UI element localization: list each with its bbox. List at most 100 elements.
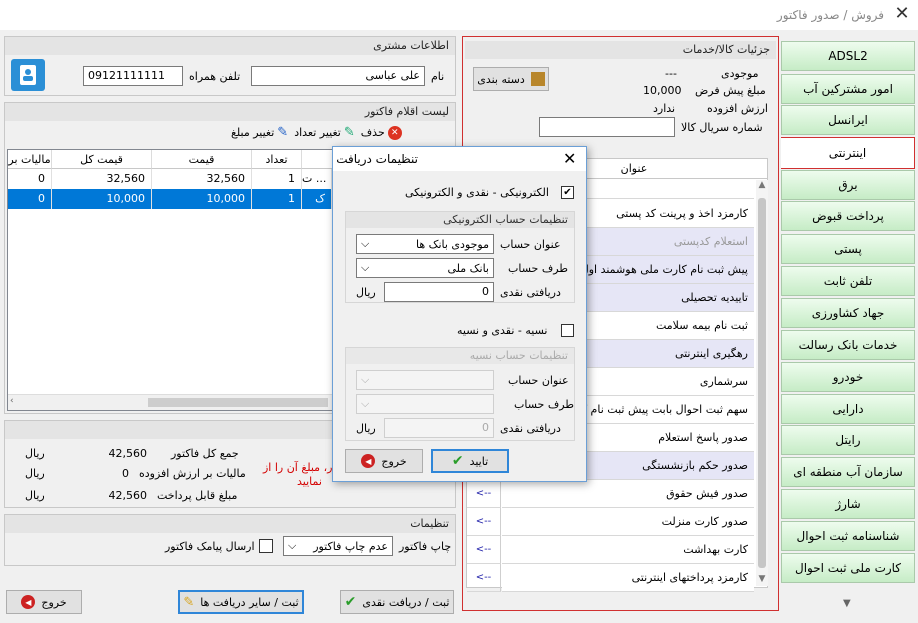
sms-label: ارسال پیامک فاکتور <box>165 540 255 553</box>
account-title-value: موجودی بانک ها <box>415 237 489 251</box>
name-input[interactable]: علی عباسی <box>251 66 425 86</box>
edit-icon: ✎ <box>183 594 195 610</box>
nav-item[interactable]: جهاد کشاورزی <box>781 298 915 328</box>
account-side-value: بانک ملی <box>447 261 489 275</box>
credit-group: تنظیمات حساب نسیه ⌵ عنوان حساب ⌵ طرف حسا… <box>345 347 575 441</box>
scroll-thumb[interactable] <box>148 398 328 407</box>
dialog-exit-button[interactable]: ◀ خروج <box>345 449 423 473</box>
nav-item[interactable]: امور مشترکین آب <box>781 74 915 104</box>
chevron-down-icon: ⌵ <box>361 373 370 386</box>
col-name <box>302 150 332 169</box>
credit-cash-label: دریافتی نقدی <box>500 422 561 435</box>
vat-value: ندارد <box>653 102 676 115</box>
nav-item[interactable]: پستی <box>781 234 915 264</box>
row-arrow-icon[interactable]: <-- <box>467 480 501 508</box>
total-value: 42,560 <box>108 447 148 460</box>
invoice-toolbar: ✕ حذف ✎ تغییر تعداد ✎ تغییر مبلغ <box>231 125 402 140</box>
cash-received-label: دریافتی نقدی <box>500 286 561 299</box>
customer-header: اطلاعات مشتری <box>5 37 455 55</box>
list-item[interactable]: کارت بهداشت <box>502 536 754 564</box>
row-arrow-icon[interactable]: <-- <box>467 564 501 592</box>
chevron-down-icon: ⌵ <box>361 237 370 250</box>
delete-button[interactable]: ✕ حذف <box>361 125 402 140</box>
list-item[interactable]: کارمزد پرداختهای اینترنتی <box>502 564 754 592</box>
row-arrow-icon[interactable]: <-- <box>467 536 501 564</box>
print-select[interactable]: ⌵ عدم چاپ فاکتور <box>283 536 393 556</box>
vat-value: 0 <box>122 467 129 480</box>
category-button[interactable]: دسته بندی <box>473 67 549 91</box>
exit-icon: ◀ <box>21 595 36 609</box>
exit-button[interactable]: ◀ خروج <box>6 590 82 614</box>
vat-label: مالیات بر ارزش افزوده <box>139 467 246 480</box>
nav-item[interactable]: شارژ <box>781 489 915 519</box>
nav-item[interactable]: شناسنامه ثبت احوال <box>781 521 915 551</box>
chevron-down-icon: ⌵ <box>361 261 370 274</box>
cash-payment-button[interactable]: ✔ ثبت / دریافت نقدی <box>340 590 454 614</box>
nav-item[interactable]: پرداخت قبوض <box>781 201 915 231</box>
col-total: قیمت کل <box>52 150 152 169</box>
credit-cash-input[interactable]: 0 <box>384 418 494 438</box>
edit-amount-icon: ✎ <box>277 125 289 140</box>
dialog-title: تنظیمات دریافت <box>336 152 418 166</box>
change-quantity-button[interactable]: ✎ تغییر تعداد <box>294 125 355 140</box>
nav-item[interactable]: تلفن ثابت <box>781 266 915 296</box>
nav-item[interactable]: خدمات بانک رسالت <box>781 330 915 360</box>
chevron-down-icon: ⌵ <box>288 539 297 552</box>
row-arrow-icon[interactable]: <-- <box>467 508 501 536</box>
credit-side-select[interactable]: ⌵ <box>356 394 494 414</box>
nav-item[interactable]: دارایی <box>781 394 915 424</box>
account-title-label: عنوان حساب <box>500 238 561 251</box>
customer-panel: اطلاعات مشتری 09121111111 تلفن همراه علی… <box>4 36 456 96</box>
confirm-label: تایید <box>469 454 489 468</box>
cell-price: 32,560 <box>152 169 252 189</box>
nav-item[interactable]: خودرو <box>781 362 915 392</box>
invoice-items-header: لیست اقلام فاکتور <box>5 103 455 121</box>
credit-checkbox[interactable] <box>561 324 574 337</box>
close-window-button[interactable]: ✕ <box>890 3 914 25</box>
electronic-checkbox[interactable]: ✔ <box>561 186 574 199</box>
currency-label: ریال <box>25 467 45 480</box>
credit-title-select[interactable]: ⌵ <box>356 370 494 390</box>
print-label: چاپ فاکتور <box>399 540 452 553</box>
dialog-close-button[interactable]: ✕ <box>563 149 576 168</box>
scroll-down-icon[interactable]: ▼ <box>843 598 851 609</box>
default-amount-label: مبلغ پیش فرض <box>695 84 766 97</box>
cell-price: 10,000 <box>152 189 252 209</box>
account-title-select[interactable]: ⌵ موجودی بانک ها <box>356 234 494 254</box>
currency-label: ریال <box>356 422 376 435</box>
nav-item[interactable]: اینترنتی <box>781 137 915 169</box>
vertical-scrollbar[interactable]: ▲ ▼ <box>756 180 768 586</box>
cash-received-input[interactable]: 0 <box>384 282 494 302</box>
chevron-down-icon: ⌵ <box>361 397 370 410</box>
nav-item[interactable]: ADSL2 <box>781 41 915 71</box>
print-value: عدم چاپ فاکتور <box>313 539 388 553</box>
phone-input[interactable]: 09121111111 <box>83 66 183 86</box>
electronic-check-label: الکترونیکی - نقدی و الکترونیکی <box>405 186 549 199</box>
scroll-left-icon[interactable]: ‹ <box>10 396 14 406</box>
phone-label: تلفن همراه <box>189 70 241 83</box>
warning-line-2: نمایید <box>297 475 322 488</box>
nav-item[interactable]: برق <box>781 170 915 200</box>
nav-item[interactable]: سازمان آب منطقه ای <box>781 457 915 487</box>
scroll-up-icon[interactable]: ▲ <box>756 180 768 190</box>
currency-label: ریال <box>25 447 45 460</box>
dialog-titlebar: تنظیمات دریافت ✕ <box>333 147 586 171</box>
confirm-button[interactable]: ✔ تایید <box>431 449 509 473</box>
list-item[interactable]: صدور فیش حقوق <box>502 480 754 508</box>
change-amount-button[interactable]: ✎ تغییر مبلغ <box>231 125 288 140</box>
nav-item[interactable]: ایرانسل <box>781 105 915 135</box>
contacts-book-icon[interactable] <box>11 59 45 91</box>
sms-checkbox[interactable] <box>259 539 273 553</box>
nav-item[interactable]: کارت ملی ثبت احوال <box>781 553 915 583</box>
name-label: نام <box>431 70 445 83</box>
list-item[interactable]: صدور کارت منزلت <box>502 508 754 536</box>
electronic-group: تنظیمات حساب الکترونیکی ⌵ موجودی بانک ها… <box>345 211 575 303</box>
payable-label: مبلغ قابل پرداخت <box>157 489 238 502</box>
scroll-down-icon[interactable]: ▼ <box>756 574 768 584</box>
serial-input[interactable] <box>539 117 675 137</box>
scroll-thumb[interactable] <box>758 198 766 568</box>
other-payment-button[interactable]: ✎ ثبت / سایر دریافت ها <box>178 590 304 614</box>
title-bar: فروش / صدور فاکتور ✕ <box>0 0 918 30</box>
account-side-select[interactable]: ⌵ بانک ملی <box>356 258 494 278</box>
nav-item[interactable]: رایتل <box>781 425 915 455</box>
